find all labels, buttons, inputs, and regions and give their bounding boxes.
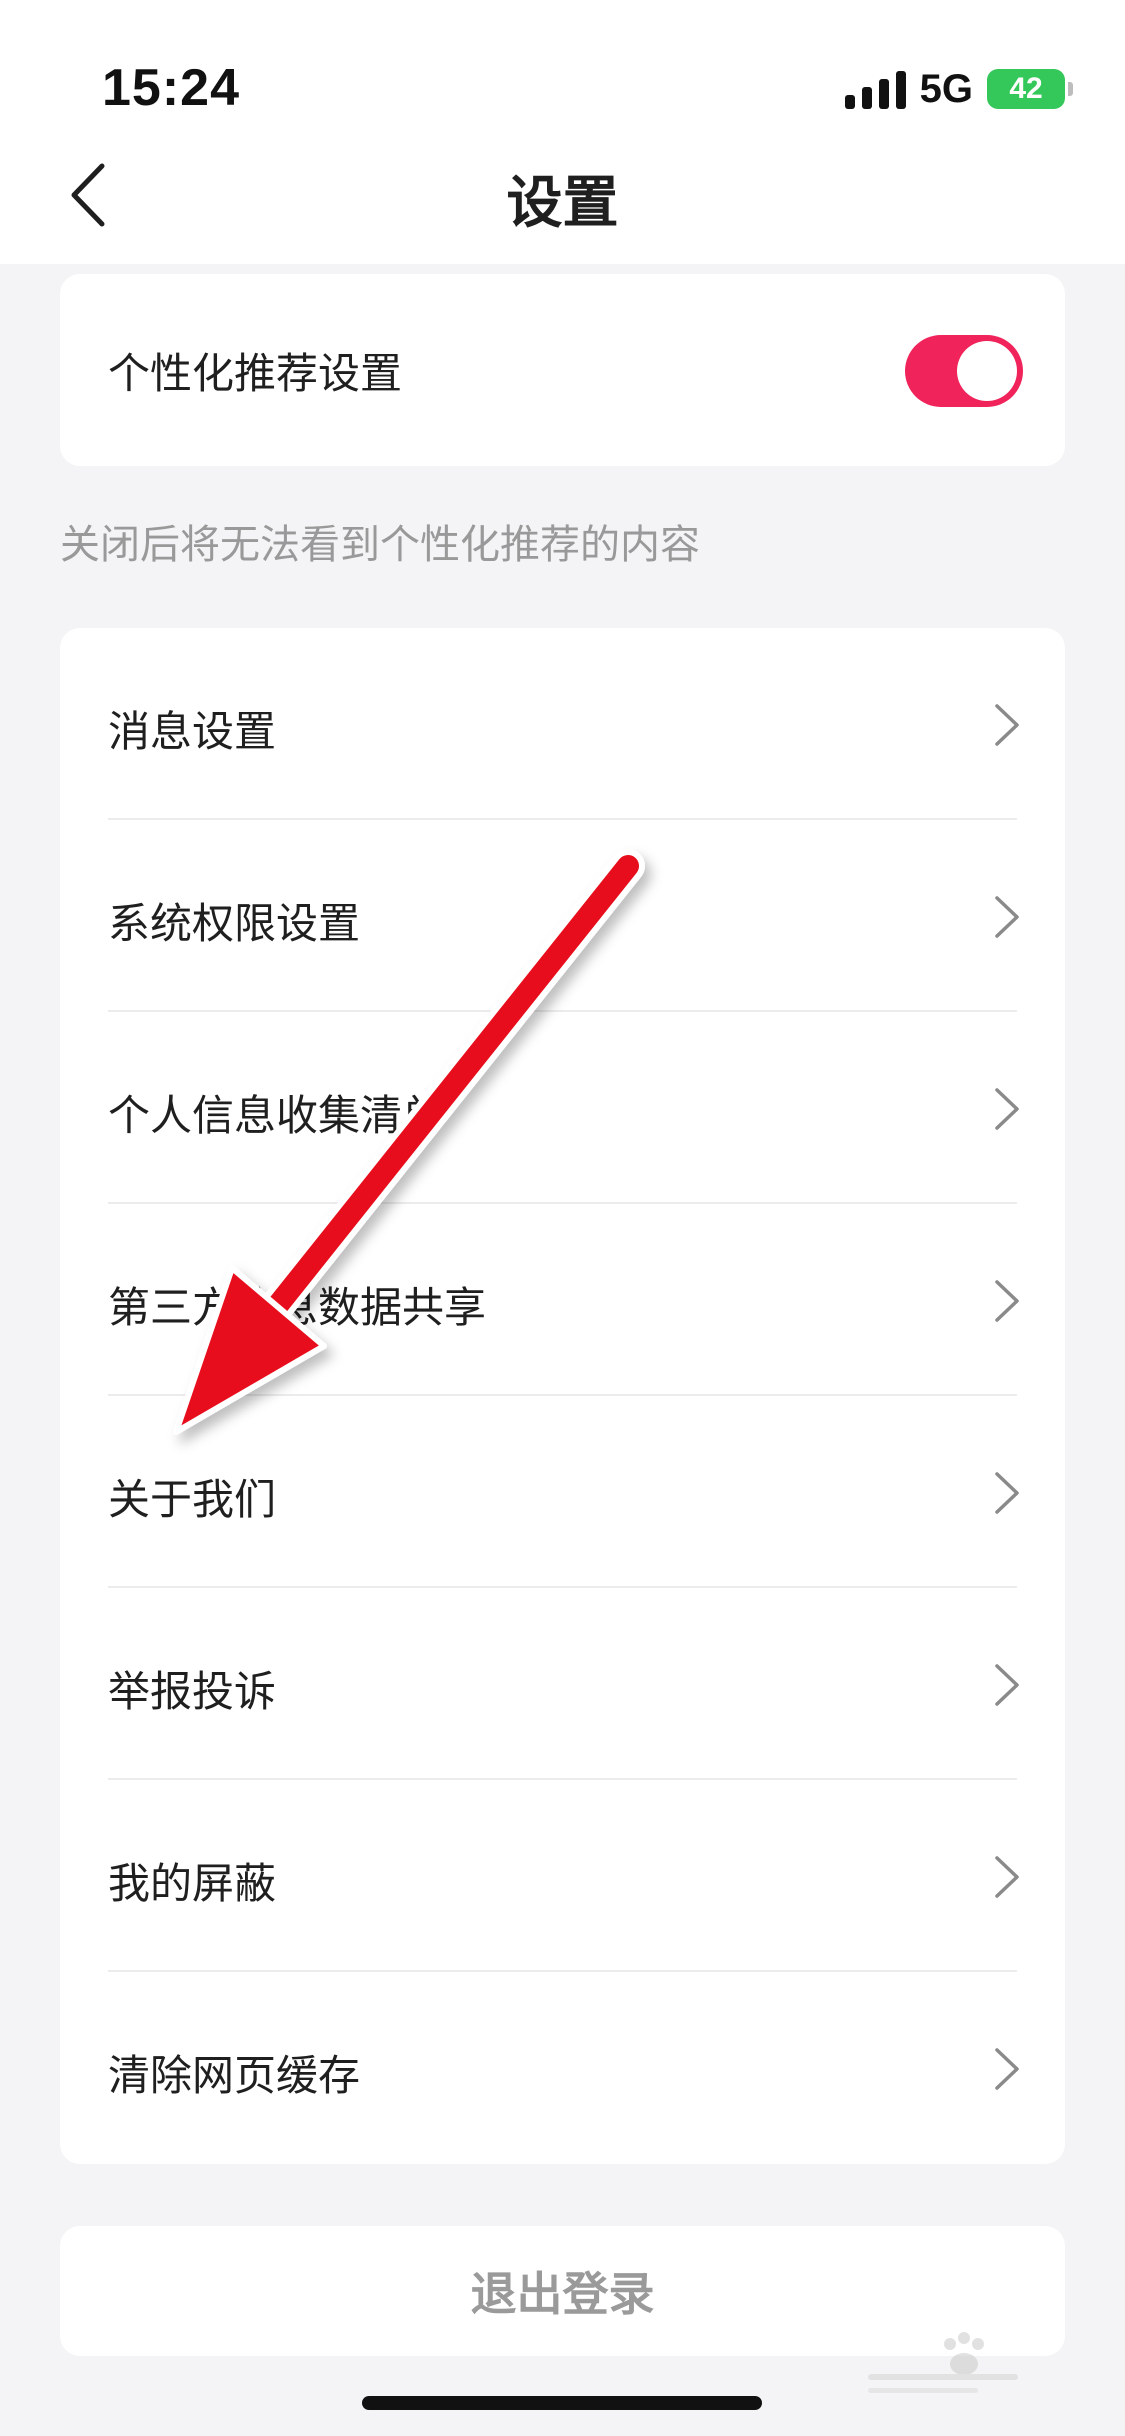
menu-item-label: 消息设置: [108, 707, 277, 756]
home-indicator: [362, 2396, 762, 2410]
menu-item-label: 系统权限设置: [108, 899, 361, 948]
menu-item-clear-cache[interactable]: 清除网页缓存: [60, 1972, 1065, 2164]
chevron-right-icon: [995, 1664, 1019, 1706]
menu-item-my-blocked[interactable]: 我的屏蔽: [60, 1780, 1065, 1972]
chevron-right-icon: [995, 704, 1019, 746]
settings-screen: 15:24 5G 42 设置 个性化推荐设置 关闭后将无法看到个性化推荐的内容 …: [0, 0, 1125, 2436]
status-time: 15:24: [102, 59, 240, 117]
menu-item-label: 我的屏蔽: [108, 1859, 277, 1908]
toggle-knob: [957, 341, 1017, 401]
menu-item-message-settings[interactable]: 消息设置: [60, 628, 1065, 820]
battery-level: 42: [1009, 72, 1043, 105]
settings-menu: 消息设置 系统权限设置 个人信息收集清单 第三方信息数据共享 关于我们 举报投诉: [60, 628, 1065, 2164]
page-title: 设置: [506, 171, 619, 236]
battery-icon: 42: [987, 69, 1073, 109]
menu-item-system-permissions[interactable]: 系统权限设置: [60, 820, 1065, 1012]
menu-item-label: 个人信息收集清单: [108, 1091, 445, 1140]
logout-label: 退出登录: [470, 2267, 655, 2321]
menu-item-label: 第三方信息数据共享: [108, 1283, 487, 1332]
menu-item-label: 关于我们: [108, 1475, 277, 1524]
top-bar: 15:24 5G 42 设置: [0, 0, 1125, 264]
chevron-right-icon: [995, 1472, 1019, 1514]
chevron-right-icon: [995, 1280, 1019, 1322]
status-indicators: 5G 42: [844, 64, 1073, 114]
signal-icon: [844, 69, 906, 109]
menu-item-report-complaint[interactable]: 举报投诉: [60, 1588, 1065, 1780]
personalization-card: 个性化推荐设置: [60, 274, 1065, 466]
menu-item-label: 举报投诉: [108, 1667, 277, 1716]
chevron-right-icon: [995, 896, 1019, 938]
baidu-watermark-logo: [868, 2332, 1018, 2393]
personalization-label: 个性化推荐设置: [108, 349, 403, 398]
menu-item-about-us[interactable]: 关于我们: [60, 1396, 1065, 1588]
chevron-right-icon: [995, 1856, 1019, 1898]
menu-item-label: 清除网页缓存: [108, 2051, 361, 2100]
menu-item-third-party-sharing[interactable]: 第三方信息数据共享: [60, 1204, 1065, 1396]
chevron-right-icon: [995, 1088, 1019, 1130]
menu-item-personal-info-list[interactable]: 个人信息收集清单: [60, 1012, 1065, 1204]
personalization-toggle[interactable]: [905, 335, 1023, 407]
chevron-right-icon: [995, 2048, 1019, 2090]
network-type: 5G: [919, 66, 973, 111]
personalization-hint: 关闭后将无法看到个性化推荐的内容: [60, 522, 700, 568]
